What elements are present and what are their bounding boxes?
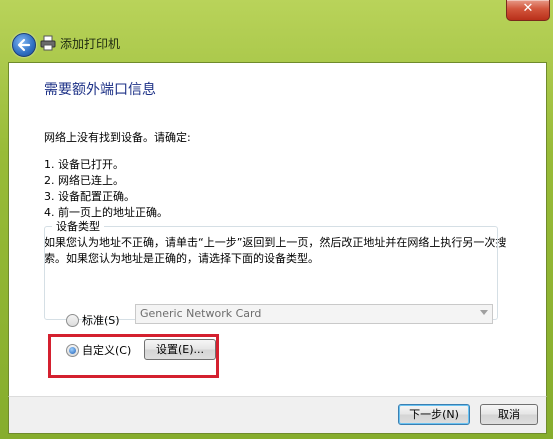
annotation-highlight-box <box>48 334 219 378</box>
back-button[interactable] <box>12 33 36 57</box>
printer-icon <box>40 35 56 51</box>
checklist-item: 2. 网络已连上。 <box>44 174 124 187</box>
standard-radio-label[interactable]: 标准(S) <box>82 312 120 328</box>
intro-text: 网络上没有找到设备。请确定: <box>44 131 191 144</box>
next-button[interactable]: 下一步(N) <box>398 404 470 425</box>
standard-device-value: Generic Network Card <box>140 307 262 320</box>
checklist-item: 1. 设备已打开。 <box>44 158 124 171</box>
page-heading: 需要额外端口信息 <box>44 82 156 98</box>
standard-radio[interactable] <box>66 314 79 327</box>
cancel-button[interactable]: 取消 <box>480 404 538 425</box>
standard-device-dropdown[interactable]: Generic Network Card <box>135 304 493 324</box>
window-title: 添加打印机 <box>60 37 121 51</box>
close-button[interactable]: ✕ <box>506 0 550 21</box>
device-type-group-label: 设备类型 <box>52 218 104 234</box>
checklist-item: 3. 设备配置正确。 <box>44 190 135 203</box>
chevron-down-icon <box>480 310 488 315</box>
back-arrow-icon <box>17 38 31 52</box>
